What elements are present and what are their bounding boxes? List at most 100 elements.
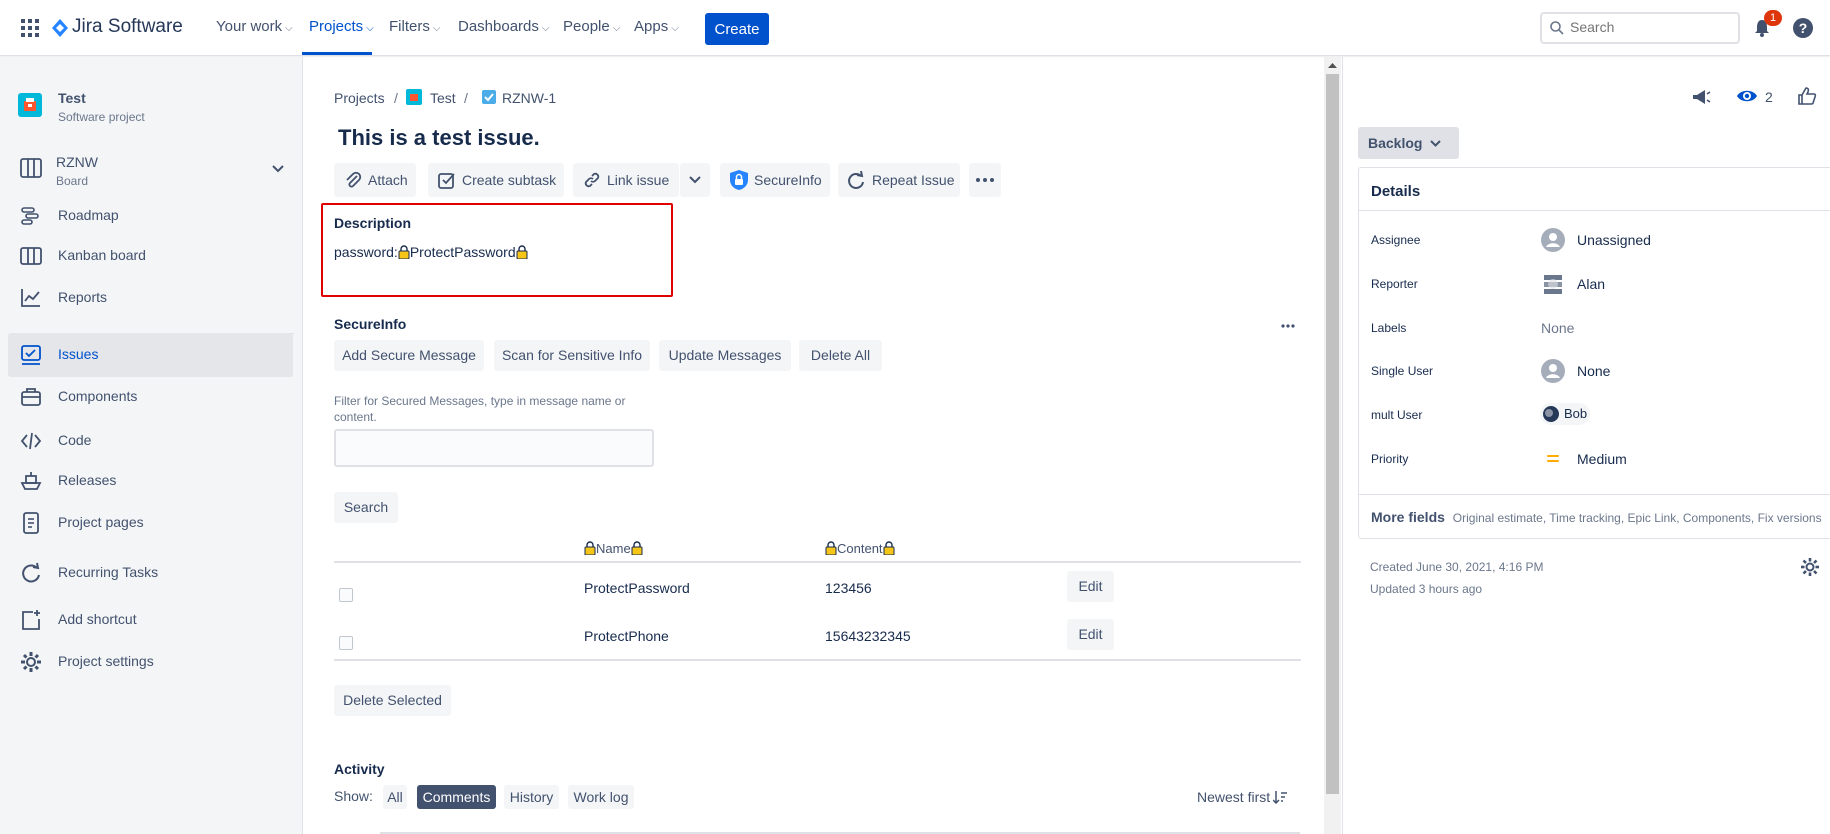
gear-icon [21, 652, 41, 672]
secureinfo-more-icon[interactable] [1281, 324, 1295, 328]
configure-gear-icon[interactable] [1800, 557, 1820, 577]
edit-button[interactable]: Edit [1067, 619, 1114, 650]
filter-comments[interactable]: Comments [417, 785, 496, 809]
assignee-value[interactable]: Unassigned [1577, 232, 1651, 248]
nav-apps[interactable]: Apps ⌵ [634, 18, 679, 35]
sidebar-item-kanban-board[interactable]: Kanban board [8, 234, 293, 278]
lock-icon [516, 245, 528, 259]
components-icon [21, 388, 41, 406]
link-issue-button[interactable]: Link issue [573, 163, 679, 197]
filter-input[interactable] [334, 429, 654, 467]
sidebar-item-recurring-tasks[interactable]: Recurring Tasks [8, 551, 293, 595]
sort-icon[interactable] [1273, 790, 1287, 804]
mult-user-chip[interactable]: Bob [1540, 403, 1590, 425]
breadcrumb-separator: / [464, 90, 468, 106]
description-heading: Description [334, 215, 412, 231]
lock-icon [825, 541, 837, 555]
row-checkbox[interactable] [339, 636, 353, 650]
sidebar-item-label: Recurring Tasks [58, 564, 159, 580]
project-avatar-icon[interactable] [18, 93, 42, 117]
delete-all-button[interactable]: Delete All [799, 340, 882, 371]
link-issue-dropdown[interactable] [680, 163, 710, 197]
sidebar-item-project-pages[interactable]: Project pages [8, 501, 293, 545]
single-user-label: Single User [1371, 364, 1434, 378]
row-name: ProtectPassword [584, 580, 690, 596]
single-user-value[interactable]: None [1577, 363, 1610, 379]
activity-heading: Activity [334, 761, 385, 777]
attach-button[interactable]: Attach [334, 163, 416, 197]
nav-projects[interactable]: Projects ⌵ [309, 18, 374, 35]
watcher-count[interactable]: 2 [1765, 89, 1773, 105]
reporter-value[interactable]: Alan [1577, 276, 1605, 292]
sidebar-item-issues[interactable]: Issues [8, 333, 293, 377]
sidebar-item-releases[interactable]: Releases [8, 459, 293, 503]
sidebar-item-roadmap[interactable]: Roadmap [8, 194, 293, 238]
description-content[interactable]: password: ProtectPassword [334, 244, 528, 260]
sidebar-item-components[interactable]: Components [8, 375, 293, 419]
nav-your-work[interactable]: Your work ⌵ [216, 18, 293, 35]
delete-selected-button[interactable]: Delete Selected [334, 685, 451, 716]
breadcrumb-projects[interactable]: Projects [334, 90, 385, 106]
nav-dashboards[interactable]: Dashboards ⌵ [458, 18, 549, 35]
search-box[interactable] [1540, 12, 1740, 44]
project-name[interactable]: Test [58, 90, 86, 106]
sidebar-item-label: Code [58, 432, 92, 448]
update-messages-button[interactable]: Update Messages [659, 340, 791, 371]
row-checkbox[interactable] [339, 588, 353, 602]
secureinfo-button[interactable]: SecureInfo [720, 163, 830, 197]
avatar-placeholder-icon [1541, 359, 1565, 383]
search-input[interactable] [1570, 19, 1730, 35]
more-fields-toggle[interactable]: More fields Original estimate, Time trac… [1371, 509, 1822, 525]
thumbs-up-icon[interactable] [1797, 86, 1817, 106]
priority-value[interactable]: Medium [1577, 451, 1627, 467]
sidebar-item-label: Releases [58, 472, 117, 488]
sort-order-button[interactable]: Newest first [1197, 789, 1270, 805]
chevron-down-icon[interactable] [272, 165, 284, 173]
scrollbar-thumb[interactable] [1326, 74, 1339, 794]
scan-sensitive-info-button[interactable]: Scan for Sensitive Info [494, 340, 650, 371]
repeat-issue-button[interactable]: Repeat Issue [838, 163, 960, 197]
link-icon [584, 172, 600, 188]
help-icon[interactable]: ? [1792, 17, 1814, 39]
status-dropdown[interactable]: Backlog [1358, 127, 1459, 159]
repeat-icon [848, 171, 864, 189]
breadcrumb-issue-key[interactable]: RZNW-1 [502, 90, 556, 106]
filter-history[interactable]: History [504, 785, 559, 809]
breadcrumb-project[interactable]: Test [430, 90, 456, 106]
sidebar-item-label: Components [58, 388, 138, 404]
jira-logo-icon[interactable] [51, 18, 69, 38]
labels-value[interactable]: None [1541, 320, 1574, 336]
row-content: 15643232345 [825, 628, 911, 644]
add-secure-message-button[interactable]: Add Secure Message [334, 340, 484, 371]
releases-icon [20, 472, 42, 490]
nav-filters[interactable]: Filters ⌵ [389, 18, 440, 35]
search-button[interactable]: Search [334, 492, 398, 523]
app-name[interactable]: Jira Software [72, 16, 183, 38]
top-navigation: Jira Software Your work ⌵ Projects ⌵ Filte… [0, 0, 1830, 56]
details-heading[interactable]: Details [1371, 183, 1420, 200]
more-actions-button[interactable] [969, 163, 1001, 197]
add-shortcut-icon [22, 610, 40, 630]
sidebar-item-project-settings[interactable]: Project settings [8, 640, 293, 684]
sidebar-item-label: Add shortcut [58, 611, 137, 627]
watch-eye-icon[interactable] [1736, 88, 1758, 104]
create-button[interactable]: Create [705, 13, 769, 45]
app-switcher-icon[interactable] [21, 19, 39, 37]
board-name[interactable]: RZNW [56, 154, 98, 170]
nav-people[interactable]: People ⌵ [563, 18, 620, 35]
filter-all[interactable]: All [383, 785, 407, 809]
create-subtask-button[interactable]: Create subtask [428, 163, 564, 197]
chevron-down-icon [1430, 140, 1441, 147]
sidebar-item-code[interactable]: Code [8, 419, 293, 463]
active-nav-indicator [302, 52, 372, 55]
filter-work-log[interactable]: Work log [568, 785, 634, 809]
labels-label: Labels [1371, 321, 1407, 335]
shield-icon [730, 170, 748, 190]
sidebar-item-label: Roadmap [58, 207, 119, 223]
sidebar-item-reports[interactable]: Reports [8, 276, 293, 320]
scroll-up-arrow-icon[interactable] [1326, 58, 1339, 72]
issue-title[interactable]: This is a test issue. [338, 125, 540, 151]
sidebar-item-add-shortcut[interactable]: Add shortcut [8, 598, 293, 642]
edit-button[interactable]: Edit [1067, 571, 1114, 602]
feedback-megaphone-icon[interactable] [1691, 87, 1711, 107]
